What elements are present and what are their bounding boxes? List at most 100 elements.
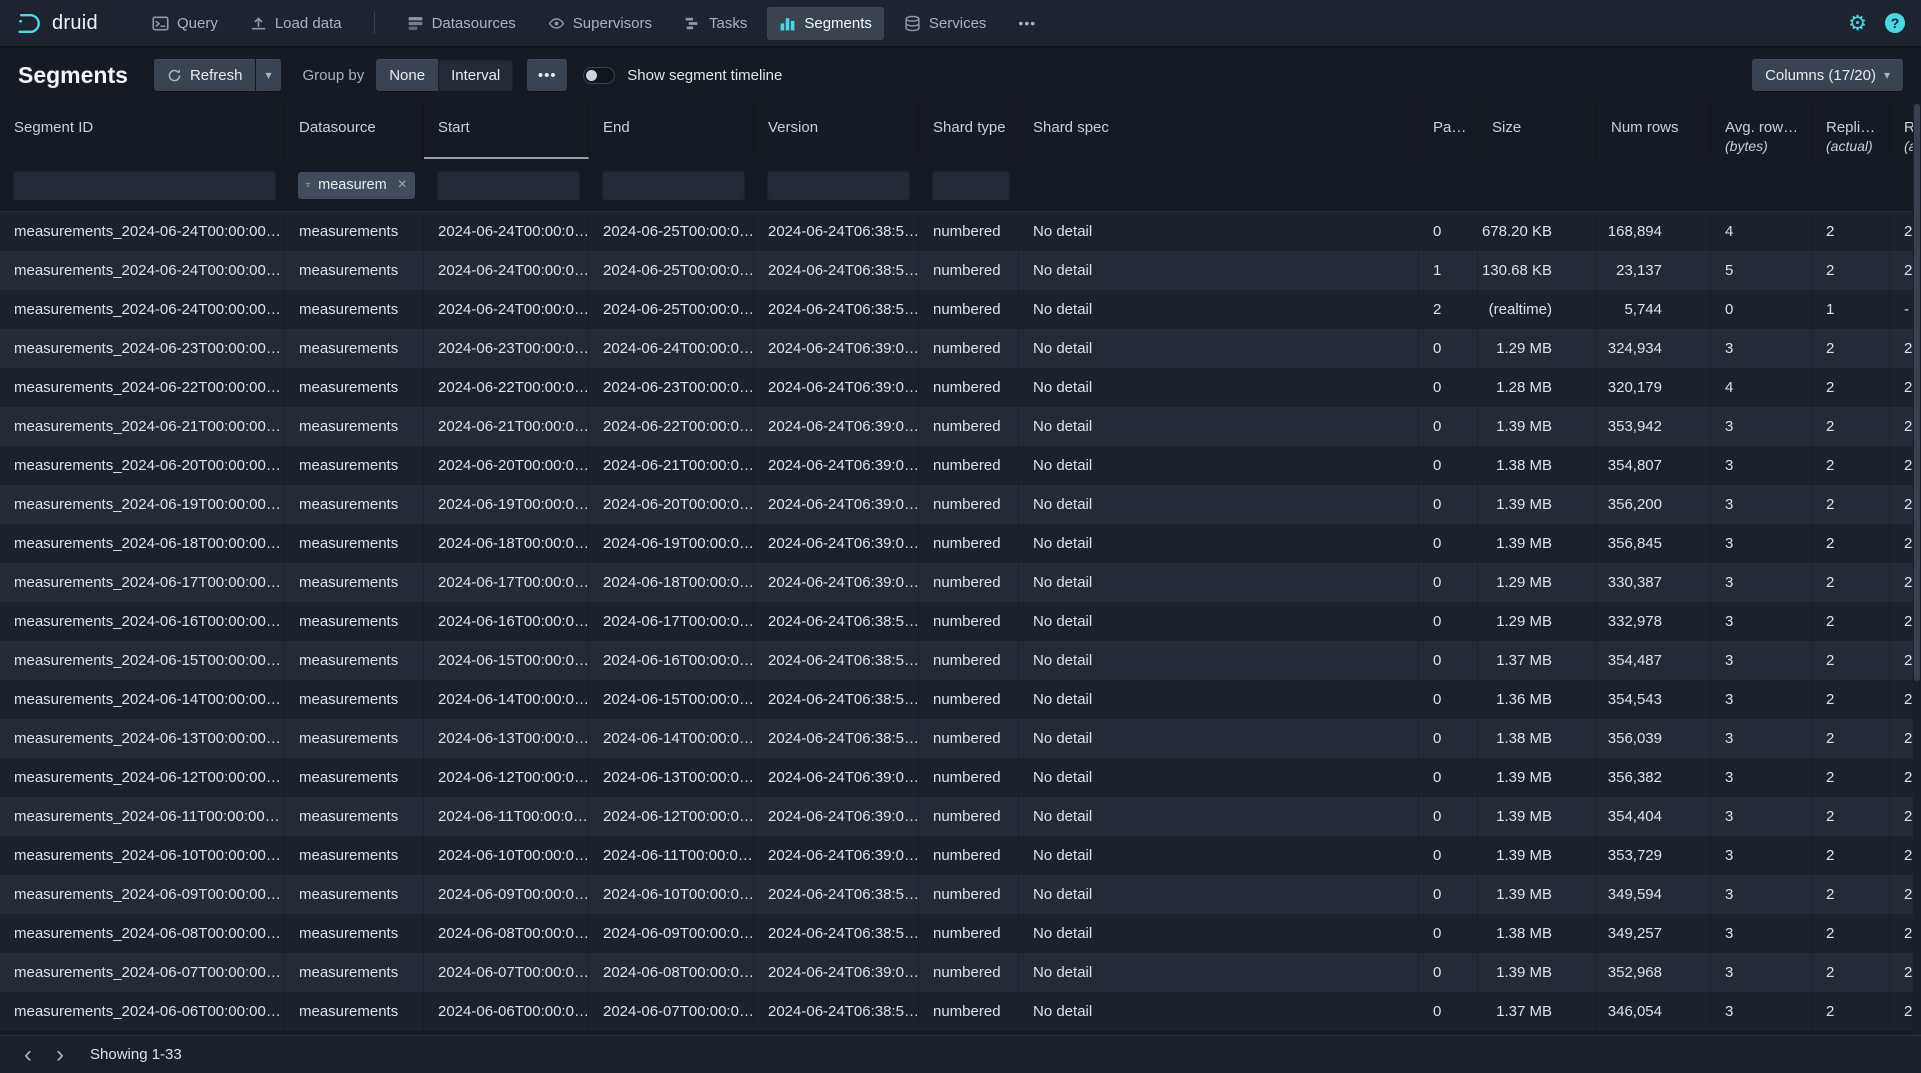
table-row[interactable]: measurements_2024-06-08T00:00:00…measure… [0, 914, 1921, 953]
nav-item-more[interactable]: ••• [1006, 7, 1048, 40]
table-row[interactable]: measurements_2024-06-23T00:00:00…measure… [0, 329, 1921, 368]
cell-partition: 0 [1419, 836, 1478, 875]
cell-start: 2024-06-10T00:00:0… [424, 836, 589, 875]
table-row[interactable]: measurements_2024-06-06T00:00:00…measure… [0, 992, 1921, 1031]
table-row[interactable]: measurements_2024-06-13T00:00:00…measure… [0, 719, 1921, 758]
cell-partition: 0 [1419, 953, 1478, 992]
table-row[interactable]: measurements_2024-06-22T00:00:00…measure… [0, 368, 1921, 407]
column-label: Shard type [933, 119, 1008, 136]
table-filter-row: measurem× [0, 159, 1921, 212]
nav-item-query[interactable]: Query [140, 7, 230, 40]
cell-start: 2024-06-17T00:00:0… [424, 563, 589, 602]
table-row[interactable]: measurements_2024-06-11T00:00:00…measure… [0, 797, 1921, 836]
group-by-interval-button[interactable]: Interval [438, 59, 513, 91]
nav-item-supervisors[interactable]: Supervisors [536, 7, 664, 40]
column-header-shard_type[interactable]: Shard type [919, 104, 1019, 159]
cell-shard_spec: No detail [1019, 290, 1419, 329]
caret-down-icon: ▾ [1884, 69, 1890, 81]
group-by-none-label: None [389, 67, 425, 84]
table-row[interactable]: measurements_2024-06-14T00:00:00…measure… [0, 680, 1921, 719]
table-row[interactable]: measurements_2024-06-20T00:00:00…measure… [0, 446, 1921, 485]
cell-segment_id: measurements_2024-06-11T00:00:00… [0, 797, 285, 836]
cell-end: 2024-06-10T00:00:0… [589, 875, 754, 914]
cell-partition: 0 [1419, 641, 1478, 680]
more-options-button[interactable]: ••• [527, 59, 567, 91]
nav-item-services[interactable]: Services [892, 7, 999, 40]
nav-item-datasources[interactable]: Datasources [395, 7, 528, 40]
filter-input-shard_type[interactable] [932, 170, 1010, 200]
table-row[interactable]: measurements_2024-06-17T00:00:00…measure… [0, 563, 1921, 602]
column-header-version[interactable]: Version [754, 104, 919, 159]
show-segment-timeline-switch[interactable] [583, 67, 615, 84]
cell-replicas: 2 [1812, 524, 1890, 563]
settings-gear-icon[interactable]: ⚙ [1848, 13, 1867, 34]
nav-item-load-data[interactable]: Load data [238, 7, 354, 40]
cell-end: 2024-06-18T00:00:0… [589, 563, 754, 602]
cell-size: 130.68 KB [1478, 251, 1597, 290]
nav-item-label: ••• [1018, 15, 1036, 31]
column-header-num_rows[interactable]: Num rows [1597, 104, 1711, 159]
filter-tag-datasource[interactable]: measurem× [298, 172, 415, 199]
cell-start: 2024-06-14T00:00:0… [424, 680, 589, 719]
table-row[interactable]: measurements_2024-06-24T00:00:00…measure… [0, 251, 1921, 290]
supervisors-icon [548, 15, 565, 32]
cell-start: 2024-06-09T00:00:0… [424, 875, 589, 914]
table-row[interactable]: measurements_2024-06-24T00:00:00…measure… [0, 290, 1921, 329]
cell-partition: 0 [1419, 368, 1478, 407]
vertical-scrollbar[interactable] [1913, 104, 1921, 1035]
cell-start: 2024-06-24T00:00:0… [424, 212, 589, 251]
table-row[interactable]: measurements_2024-06-15T00:00:00…measure… [0, 641, 1921, 680]
cell-avg_row_size: 3 [1711, 758, 1812, 797]
column-header-avg_row_size[interactable]: Avg. row size(bytes) [1711, 104, 1812, 159]
cell-version: 2024-06-24T06:39:0… [754, 836, 919, 875]
help-icon[interactable]: ? [1885, 13, 1905, 33]
cell-num_rows: 5,744 [1597, 290, 1711, 329]
column-label: Avg. row size [1725, 119, 1801, 136]
table-row[interactable]: measurements_2024-06-19T00:00:00…measure… [0, 485, 1921, 524]
filter-input-start[interactable] [437, 170, 580, 200]
cell-version: 2024-06-24T06:38:5… [754, 719, 919, 758]
column-header-segment_id[interactable]: Segment ID [0, 104, 285, 159]
cell-datasource: measurements [285, 290, 424, 329]
filter-input-version[interactable] [767, 170, 910, 200]
column-header-start[interactable]: Start [424, 104, 589, 159]
columns-button[interactable]: Columns (17/20) ▾ [1752, 59, 1903, 91]
refresh-button[interactable]: Refresh [154, 59, 256, 91]
previous-page-button[interactable]: ‹ [12, 1040, 44, 1070]
table-row[interactable]: measurements_2024-06-07T00:00:00…measure… [0, 953, 1921, 992]
column-header-end[interactable]: End [589, 104, 754, 159]
table-row[interactable]: measurements_2024-06-12T00:00:00…measure… [0, 758, 1921, 797]
table-row[interactable]: measurements_2024-06-10T00:00:00…measure… [0, 836, 1921, 875]
tasks-icon [684, 15, 701, 32]
cell-datasource: measurements [285, 563, 424, 602]
filter-input-end[interactable] [602, 170, 745, 200]
table-row[interactable]: measurements_2024-06-24T00:00:00…measure… [0, 212, 1921, 251]
filter-input-segment_id[interactable] [13, 170, 276, 200]
table-row[interactable]: measurements_2024-06-18T00:00:00…measure… [0, 524, 1921, 563]
remove-filter-icon[interactable]: × [394, 176, 411, 194]
refresh-interval-button[interactable]: ▾ [256, 59, 280, 91]
column-header-partition[interactable]: Partition [1419, 104, 1478, 159]
cell-num_rows: 324,934 [1597, 329, 1711, 368]
nav-item-tasks[interactable]: Tasks [672, 7, 759, 40]
column-header-datasource[interactable]: Datasource [285, 104, 424, 159]
nav-item-segments[interactable]: Segments [767, 7, 884, 40]
table-row[interactable]: measurements_2024-06-09T00:00:00…measure… [0, 875, 1921, 914]
column-header-replicas[interactable]: Replicas(actual) [1812, 104, 1890, 159]
cell-shard_type: numbered [919, 992, 1019, 1031]
column-label: Start [438, 119, 578, 136]
table-row[interactable]: measurements_2024-06-21T00:00:00…measure… [0, 407, 1921, 446]
table-row[interactable]: measurements_2024-06-16T00:00:00…measure… [0, 602, 1921, 641]
cell-start: 2024-06-20T00:00:0… [424, 446, 589, 485]
group-by-none-button[interactable]: None [376, 59, 438, 91]
cell-partition: 0 [1419, 797, 1478, 836]
next-page-button[interactable]: › [44, 1040, 76, 1070]
column-header-shard_spec[interactable]: Shard spec [1019, 104, 1419, 159]
column-header-size[interactable]: Size [1478, 104, 1597, 159]
scrollbar-thumb[interactable] [1914, 104, 1920, 681]
segments-table: Segment IDDatasource Start EndVersion Shard… [0, 104, 1921, 1035]
cell-size: 1.29 MB [1478, 563, 1597, 602]
pagination-bar: ‹ › Showing 1-33 [0, 1035, 1921, 1073]
cell-shard_type: numbered [919, 914, 1019, 953]
druid-brand[interactable]: druid [16, 10, 98, 37]
